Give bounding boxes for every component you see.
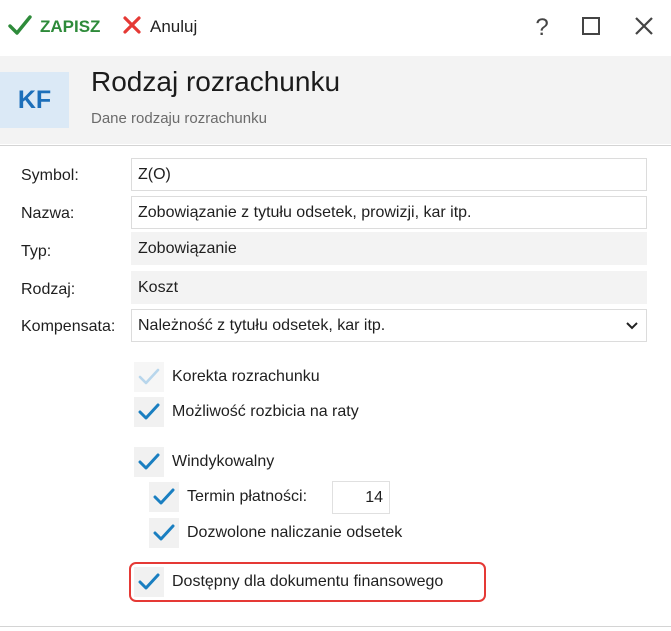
korekta-checkbox[interactable]: Korekta rozrachunku xyxy=(134,362,320,392)
page-subtitle: Dane rodzaju rozrachunku xyxy=(91,110,267,127)
odsetki-label: Dozwolone naliczanie odsetek xyxy=(187,524,403,541)
termin-input[interactable]: 14 xyxy=(332,481,390,514)
maximize-button[interactable] xyxy=(575,12,607,44)
kompensata-value: Należność z tytułu odsetek, kar itp. xyxy=(138,316,386,334)
save-label: ZAPISZ xyxy=(40,17,101,36)
raty-box[interactable] xyxy=(134,397,164,427)
kompensata-label: Kompensata: xyxy=(21,318,116,335)
typ-label: Typ: xyxy=(21,243,52,260)
check-icon xyxy=(138,403,160,420)
typ-field: Zobowiązanie xyxy=(131,232,647,265)
windykowalny-box[interactable] xyxy=(134,447,164,477)
symbol-label: Symbol: xyxy=(21,167,79,184)
raty-checkbox[interactable]: Możliwość rozbicia na raty xyxy=(134,397,359,427)
check-icon xyxy=(138,368,160,385)
termin-label: Termin płatności: xyxy=(187,488,308,505)
close-button[interactable] xyxy=(628,12,660,44)
termin-box[interactable] xyxy=(149,482,179,512)
toolbar: ZAPISZ Anuluj ? xyxy=(0,0,671,56)
windykowalny-checkbox[interactable]: Windykowalny xyxy=(134,447,274,477)
x-icon xyxy=(122,15,142,40)
close-icon xyxy=(634,16,654,41)
page-title: Rodzaj rozrachunku xyxy=(91,66,341,97)
help-button[interactable]: ? xyxy=(526,12,558,44)
header-divider xyxy=(0,145,671,146)
kompensata-select[interactable]: Należność z tytułu odsetek, kar itp. xyxy=(131,309,647,342)
cancel-label: Anuluj xyxy=(150,17,198,36)
nazwa-field[interactable]: Zobowiązanie z tytułu odsetek, prowizji,… xyxy=(131,196,647,229)
maximize-icon xyxy=(581,16,601,41)
chevron-down-icon xyxy=(626,317,638,335)
cancel-button[interactable]: Anuluj xyxy=(122,14,197,40)
raty-label: Możliwość rozbicia na raty xyxy=(172,403,359,420)
symbol-field[interactable]: Z(O) xyxy=(131,158,647,191)
rodzaj-field: Koszt xyxy=(131,271,647,304)
help-icon: ? xyxy=(535,14,549,41)
check-icon xyxy=(153,524,175,541)
check-icon xyxy=(153,488,175,505)
module-badge: KF xyxy=(0,72,69,128)
check-icon xyxy=(138,453,160,470)
windykowalny-label: Windykowalny xyxy=(172,453,275,470)
korekta-box[interactable] xyxy=(134,362,164,392)
odsetki-checkbox[interactable]: Dozwolone naliczanie odsetek xyxy=(149,518,402,548)
termin-checkbox[interactable]: Termin płatności: xyxy=(149,482,307,512)
check-icon xyxy=(8,14,32,41)
odsetki-box[interactable] xyxy=(149,518,179,548)
bottom-divider xyxy=(0,626,671,627)
highlight-box xyxy=(129,562,486,602)
korekta-label: Korekta rozrachunku xyxy=(172,368,320,385)
nazwa-label: Nazwa: xyxy=(21,205,75,222)
rodzaj-label: Rodzaj: xyxy=(21,281,76,298)
save-button[interactable]: ZAPISZ xyxy=(8,14,100,40)
